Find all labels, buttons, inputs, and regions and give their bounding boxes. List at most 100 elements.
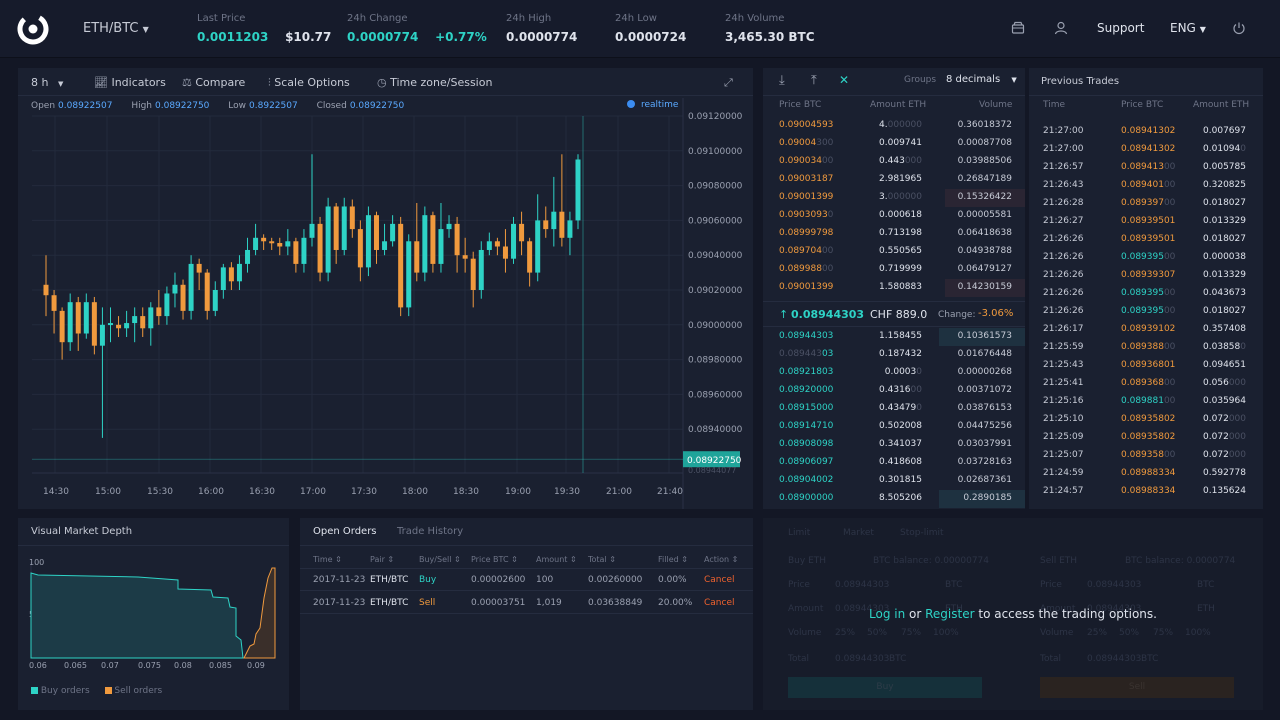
trade-price: 0.08935802 <box>1121 432 1176 442</box>
ask-row[interactable]: 0.09001399 3.000000 0.15326422 <box>763 189 1025 207</box>
trade-row[interactable]: 21:25:07 0.08935800 0.072000 <box>1029 447 1263 465</box>
wallet-icon[interactable] <box>1010 20 1026 36</box>
trade-price: 0.08935802 <box>1121 414 1176 424</box>
trade-row[interactable]: 21:26:26 0.08939500 0.043673 <box>1029 285 1263 303</box>
trade-row[interactable]: 21:27:00 0.08941302 0.007697 <box>1029 123 1263 141</box>
timezone-button[interactable]: ◷ Time zone/Session <box>377 76 492 89</box>
depth-chart[interactable]: 100500.060.0650.070.0750.080.0850.09 <box>18 518 289 710</box>
sell-legend-swatch <box>104 687 112 694</box>
orders-col-header[interactable]: Time ⇕ <box>313 555 342 564</box>
candle-body <box>301 237 307 264</box>
stat-last-price: Last Price 0.0011203 $10.77 <box>197 13 331 44</box>
trade-row[interactable]: 21:25:10 0.08935802 0.072000 <box>1029 411 1263 429</box>
candle-body <box>357 229 363 268</box>
ask-row[interactable]: 0.09003400 0.443000 0.03988506 <box>763 153 1025 171</box>
trade-row[interactable]: 21:25:16 0.08988100 0.035964 <box>1029 393 1263 411</box>
language-selector[interactable]: ENG ▼ <box>1170 21 1206 35</box>
ask-row[interactable]: 0.08970400 0.550565 0.04938788 <box>763 243 1025 261</box>
sell-pct-75: 75% <box>1153 628 1174 638</box>
cancel-button[interactable]: Cancel <box>704 598 735 608</box>
bid-row[interactable]: 0.08944303 1.158455 0.10361573 <box>763 328 1025 346</box>
ask-row[interactable]: 0.09001399 1.580883 0.14230159 <box>763 279 1025 297</box>
trade-row[interactable]: 21:27:00 0.08941302 0.010940 <box>1029 141 1263 159</box>
buy-legend-label: Buy orders <box>40 686 90 696</box>
interval-selector[interactable]: 8 h ▼ <box>31 76 63 89</box>
order-row: 2017-11-23 ETH/BTC Sell 0.00003751 1,019 0.03… <box>300 592 753 614</box>
swap-icon[interactable]: ✕ <box>839 73 849 87</box>
trade-row[interactable]: 21:26:43 0.08940100 0.320825 <box>1029 177 1263 195</box>
trade-row[interactable]: 21:26:57 0.08941300 0.005785 <box>1029 159 1263 177</box>
orders-col-header[interactable]: Total ⇕ <box>588 555 616 564</box>
sell-pct-50: 50% <box>1119 628 1140 638</box>
bid-row[interactable]: 0.08921803 0.00030 0.00000268 <box>763 364 1025 382</box>
ask-row[interactable]: 0.09004593 4.000000 0.36018372 <box>763 117 1025 135</box>
trade-row[interactable]: 21:26:26 0.08939501 0.018027 <box>1029 231 1263 249</box>
groups-selector[interactable]: 8 decimals ▼ <box>946 74 1017 85</box>
bid-row[interactable]: 0.08944303 0.187432 0.01676448 <box>763 346 1025 364</box>
ask-row[interactable]: 0.09004300 0.009741 0.00087708 <box>763 135 1025 153</box>
market-depth-panel: Visual Market Depth 100500.060.0650.070.… <box>18 518 289 710</box>
trade-row[interactable]: 21:26:28 0.08939700 0.018027 <box>1029 195 1263 213</box>
trade-row[interactable]: 21:26:17 0.08939102 0.357408 <box>1029 321 1263 339</box>
tab-trade-history[interactable]: Trade History <box>397 526 463 537</box>
bid-row[interactable]: 0.08908098 0.341037 0.03037991 <box>763 436 1025 454</box>
bid-row[interactable]: 0.08914710 0.502008 0.04475256 <box>763 418 1025 436</box>
trade-row[interactable]: 21:25:43 0.08936801 0.094651 <box>1029 357 1263 375</box>
support-link[interactable]: Support <box>1097 21 1144 35</box>
register-link[interactable]: Register <box>925 607 974 621</box>
amount-cell: 1.580883 <box>879 282 922 292</box>
trade-row[interactable]: 21:26:26 0.08939500 0.018027 <box>1029 303 1263 321</box>
trade-time: 21:26:57 <box>1043 162 1084 172</box>
upload-icon[interactable]: ⤒ <box>811 73 817 88</box>
orders-col-header[interactable]: Price BTC ⇕ <box>471 555 518 564</box>
download-icon[interactable]: ⤓ <box>779 73 785 88</box>
amount-cell: 0.443000 <box>879 156 922 166</box>
orders-col-header[interactable]: Filled ⇕ <box>658 555 688 564</box>
trade-row[interactable]: 21:26:26 0.08939307 0.013329 <box>1029 267 1263 285</box>
volume-cell: 0.15326422 <box>957 192 1012 202</box>
ask-row[interactable]: 0.09003187 2.981965 0.26847189 <box>763 171 1025 189</box>
trade-row[interactable]: 21:25:59 0.08938800 0.038580 <box>1029 339 1263 357</box>
bid-row[interactable]: 0.08915000 0.434790 0.03876153 <box>763 400 1025 418</box>
col-amount-header: Amount ETH <box>1193 100 1250 110</box>
candle-body <box>43 284 49 296</box>
ask-row[interactable]: 0.08998800 0.719999 0.06479127 <box>763 261 1025 279</box>
price-trailing-zeros: 300 <box>816 138 834 148</box>
bid-row[interactable]: 0.08904002 0.301815 0.02687361 <box>763 472 1025 490</box>
ask-row[interactable]: 0.09030930 0.000618 0.00005581 <box>763 207 1025 225</box>
bid-row[interactable]: 0.08900000 8.505206 0.2890185 <box>763 490 1025 508</box>
trade-row[interactable]: 21:25:09 0.08935802 0.072000 <box>1029 429 1263 447</box>
fullscreen-icon[interactable]: ⤢ <box>724 76 733 90</box>
ask-row[interactable]: 0.08999798 0.713198 0.06418638 <box>763 225 1025 243</box>
cancel-button[interactable]: Cancel <box>704 575 735 585</box>
stat-label: 24h Change <box>347 13 408 24</box>
compare-button[interactable]: ⚖ Compare <box>182 76 245 89</box>
candle-body <box>382 241 388 250</box>
trade-row[interactable]: 21:24:57 0.08988334 0.135624 <box>1029 483 1263 501</box>
logo-icon[interactable] <box>17 13 49 45</box>
scale-options-button[interactable]: ⫶ Scale Options <box>268 76 350 90</box>
login-link[interactable]: Log in <box>869 607 905 621</box>
trade-row[interactable]: 21:25:41 0.08936800 0.056000 <box>1029 375 1263 393</box>
tab-open-orders[interactable]: Open Orders <box>313 526 377 537</box>
power-icon[interactable] <box>1231 20 1247 36</box>
trade-row[interactable]: 21:26:27 0.08939501 0.013329 <box>1029 213 1263 231</box>
trade-row[interactable]: 21:26:26 0.08939500 0.000038 <box>1029 249 1263 267</box>
candle-body <box>341 206 347 250</box>
orders-col-header[interactable]: Action ⇕ <box>704 555 738 564</box>
pair-selector[interactable]: ETH/BTC ▼ <box>83 21 149 36</box>
orders-col-header[interactable]: Buy/Sell ⇕ <box>419 555 461 564</box>
orders-col-header[interactable]: Amount ⇕ <box>536 555 577 564</box>
orders-col-header[interactable]: Pair ⇕ <box>370 555 394 564</box>
buy-legend-swatch <box>31 687 38 694</box>
trade-row[interactable]: 21:24:59 0.08988334 0.592778 <box>1029 465 1263 483</box>
user-icon[interactable] <box>1053 20 1069 36</box>
trade-price: 0.08941302 <box>1121 126 1176 136</box>
candle-body <box>446 223 452 230</box>
amount-cell: 1.158455 <box>879 331 922 341</box>
realtime-indicator[interactable]: realtime <box>627 100 678 110</box>
bid-row[interactable]: 0.08920000 0.431600 0.00371072 <box>763 382 1025 400</box>
candlestick-chart[interactable]: 0.09120000 0.09100000 0.09080000 0.09060000… <box>18 68 753 509</box>
bid-row[interactable]: 0.08906097 0.418608 0.03728163 <box>763 454 1025 472</box>
indicators-button[interactable]: 📈︎ Indicators <box>94 76 166 89</box>
